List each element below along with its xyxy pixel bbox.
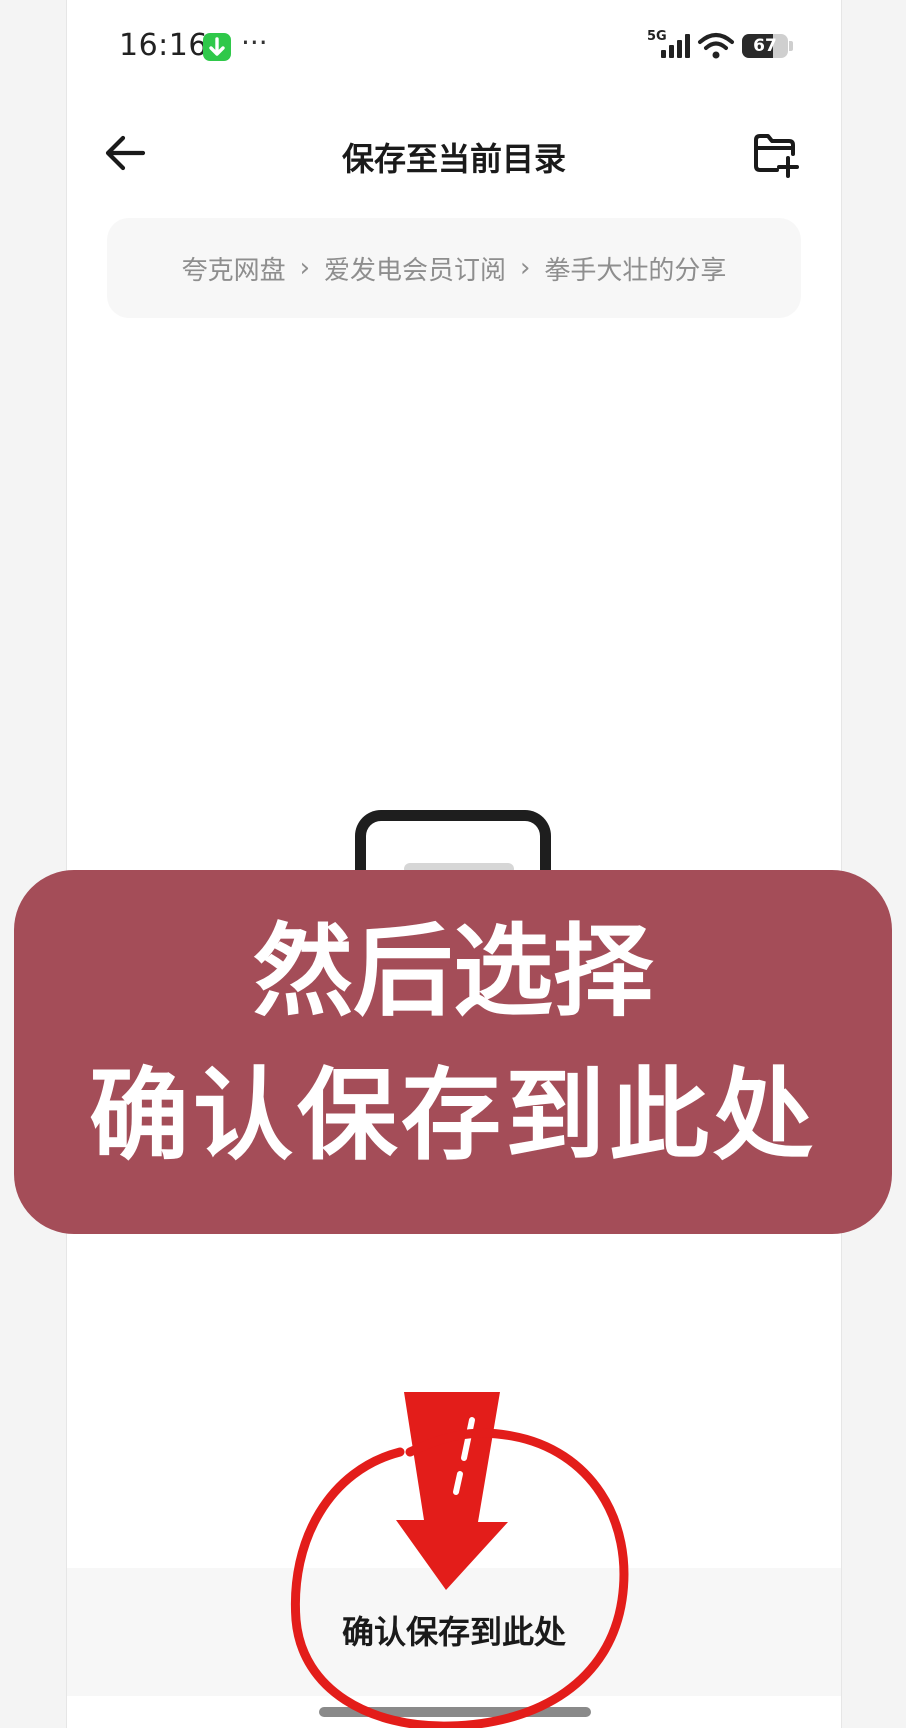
annotation-arrow-icon <box>396 1392 508 1590</box>
annotation-layer <box>290 1392 629 1728</box>
